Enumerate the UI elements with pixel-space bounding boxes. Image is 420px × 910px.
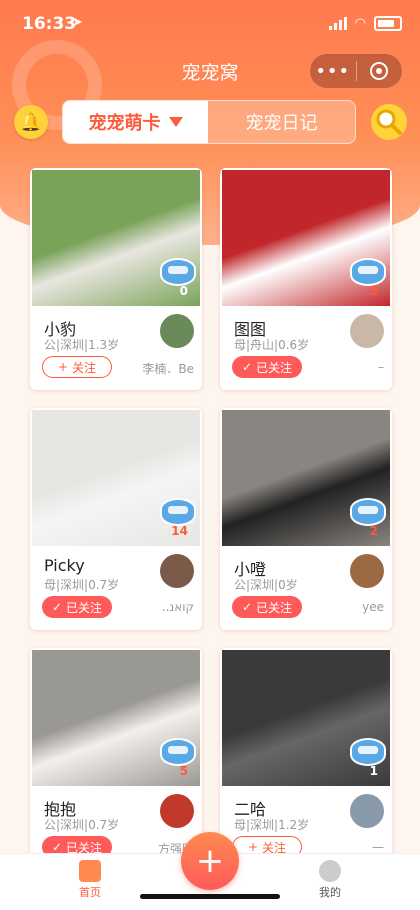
avatar[interactable] [350,314,384,348]
battery-icon [374,16,402,31]
follow-label: 已关注 [256,600,293,615]
avatar[interactable] [160,794,194,828]
food-count: 14 [171,524,188,538]
home-indicator [140,894,280,899]
pet-meta: 公|深圳|0岁 [234,578,298,592]
check-icon: ✓ [241,600,253,614]
tab-home-label: 首页 [79,886,101,899]
food-can-icon [350,498,386,526]
more-button[interactable]: ••• [310,61,356,82]
target-icon [370,62,389,80]
pet-meta: 母|深圳|0.7岁 [44,578,120,592]
avatar[interactable] [160,554,194,588]
check-icon: ✓ [51,600,63,614]
food-count: 2 [369,524,378,538]
bell-icon: 🔔 [19,111,43,133]
pet-card[interactable]: 5 抱抱 公|深圳|0.7岁 ✓ 已关注 方强明 [30,648,202,870]
pet-card[interactable]: 0 小豹 公|深圳|1.3岁 + 关注 李楠．Be [30,168,202,390]
follow-button[interactable]: ✓ 已关注 [42,596,112,618]
wifi-icon: ◠ [354,16,366,31]
mini-program-capsule: ••• [310,54,402,88]
tab-pet-diary[interactable]: 宠宠日记 [208,101,355,143]
follow-label: 已关注 [256,360,293,375]
status-icons: ◠ [328,16,402,31]
follow-button[interactable]: + 关注 [42,356,112,378]
tab-pet-cards-label: 宠宠萌卡 [88,113,161,134]
search-icon[interactable] [370,103,408,141]
tab-pet-cards[interactable]: 宠宠萌卡 [63,101,208,143]
owner-name: 李楠．Be [142,362,194,376]
pet-meta: 公|深圳|1.3岁 [44,338,120,352]
plus-icon: + [57,360,69,374]
pet-meta: 母|深圳|1.2岁 [234,818,310,832]
home-icon [79,860,101,882]
pet-card[interactable]: 1 二哈 母|深圳|1.2岁 + 关注 — [220,648,392,870]
notification-bell-button[interactable]: 🔔 [14,105,48,139]
follow-button[interactable]: ✓ 已关注 [232,596,302,618]
status-time: 16:33 [22,14,77,34]
food-can-icon [160,498,196,526]
segment-tabs: 宠宠萌卡 宠宠日记 [62,100,356,144]
tab-home[interactable]: 首页 [60,860,120,900]
check-icon: ✓ [51,840,63,854]
close-button[interactable] [357,62,403,80]
owner-name: — [372,840,384,854]
plus-icon: + [247,840,259,854]
owner-name: ..קואנ [161,600,194,614]
user-icon [319,860,341,882]
food-can-icon [160,738,196,766]
tab-mine-label: 我的 [319,886,341,899]
food-count: 0 [179,284,188,298]
food-can-icon [350,738,386,766]
avatar[interactable] [350,794,384,828]
follow-button[interactable]: ✓ 已关注 [232,356,302,378]
food-count: 1 [369,764,378,778]
status-bar: 16:33 ➤ ◠ [0,0,420,48]
avatar[interactable] [350,554,384,588]
food-can-icon [160,258,196,286]
follow-label: 已关注 [66,600,103,615]
food-can-icon [350,258,386,286]
pet-card[interactable]: 14 Picky 母|深圳|0.7岁 ✓ 已关注 ..קואנ [30,408,202,630]
pet-meta: 母|舟山|0.6岁 [234,338,310,352]
owner-name: yee [362,600,384,614]
follow-label: 关注 [72,360,97,375]
food-count: 5 [179,764,188,778]
food-count: 5 [369,284,378,298]
add-pet-button[interactable]: + [181,832,239,890]
tab-mine[interactable]: 我的 [300,860,360,900]
owner-name: – [378,360,384,374]
dropdown-triangle-icon [168,117,183,127]
pet-name: Picky [44,556,85,575]
check-icon: ✓ [241,360,253,374]
signal-icon [328,17,347,30]
pet-card[interactable]: 2 小噔 公|深圳|0岁 ✓ 已关注 yee [220,408,392,630]
location-arrow-icon: ➤ [72,15,83,30]
avatar[interactable] [160,314,194,348]
pet-card[interactable]: 5 图图 母|舟山|0.6岁 ✓ 已关注 – [220,168,392,390]
pet-meta: 公|深圳|0.7岁 [44,818,120,832]
